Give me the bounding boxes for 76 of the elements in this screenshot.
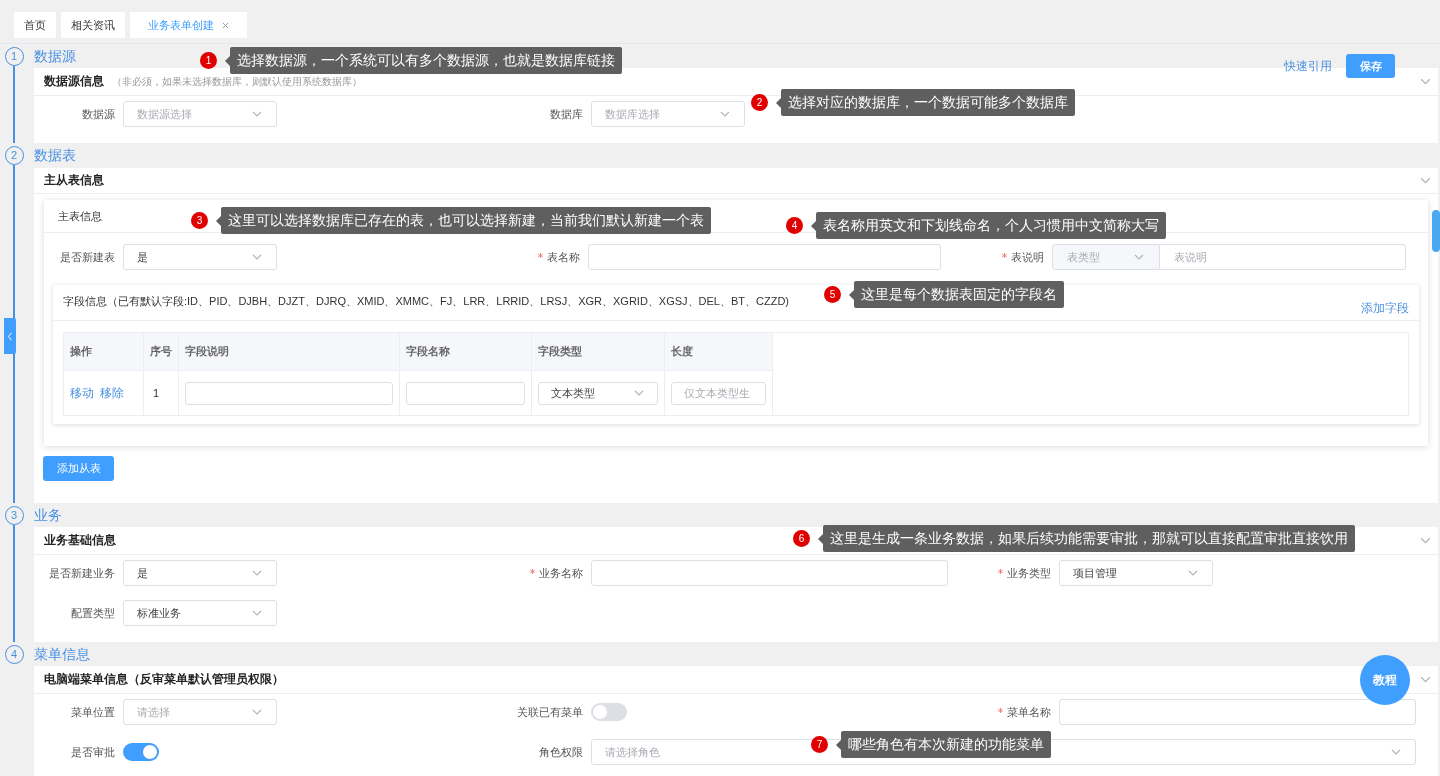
section-title: 业务 xyxy=(34,505,62,525)
select-field[interactable]: 是 xyxy=(123,560,277,586)
field-label: 角色权限 xyxy=(539,744,583,760)
select-field[interactable]: 文本类型 xyxy=(538,381,658,405)
row-action-link[interactable]: 移除 xyxy=(100,384,124,402)
column-header: 字段说明 xyxy=(179,333,400,370)
input-field[interactable] xyxy=(591,560,948,586)
table-cell: 1 xyxy=(144,371,179,415)
field-label: 关联已有菜单 xyxy=(517,704,583,720)
add-field-link[interactable]: 添加字段 xyxy=(1361,299,1409,317)
add-button[interactable]: 添加从表 xyxy=(43,456,114,481)
panel-title: 业务基础信息 xyxy=(44,532,116,548)
section-title: 菜单信息 xyxy=(34,644,90,664)
row-action-link[interactable]: 移动 xyxy=(70,384,94,402)
select-field[interactable]: 是 xyxy=(123,244,277,270)
callout: 哪些角色有本次新建的功能菜单 xyxy=(841,731,1051,758)
column-header: 字段类型 xyxy=(532,333,665,370)
panel-title: 数据源信息 xyxy=(44,73,104,89)
field-label: 菜单位置 xyxy=(71,704,115,720)
chevron-left-icon xyxy=(7,331,13,341)
callout: 这里可以选择数据库已存在的表，也可以选择新建，当前我们默认新建一个表 xyxy=(221,207,711,234)
quick-reference-link[interactable]: 快速引用 xyxy=(1284,57,1332,75)
callout: 选择数据源，一个系统可以有多个数据源，也就是数据库链接 xyxy=(230,47,622,74)
select-field[interactable]: 标准业务 xyxy=(123,600,277,626)
field-label: 业务名称 xyxy=(539,565,583,581)
step-number: 3 xyxy=(4,506,24,525)
field-label: 表说明 xyxy=(1011,249,1045,265)
input-field[interactable]: 仅文本类型生 xyxy=(671,381,766,405)
tab[interactable]: 业务表单创建 xyxy=(130,12,247,38)
section-title: 数据表 xyxy=(34,146,76,165)
collapse-handle[interactable] xyxy=(4,318,16,354)
field-label: 数据库 xyxy=(550,106,583,122)
callout: 这里是生成一条业务数据，如果后续功能需要审批，那就可以直接配置审批直接饮用 xyxy=(823,525,1355,552)
section-title: 数据源 xyxy=(34,46,76,66)
help-button[interactable]: 教程 xyxy=(1360,655,1410,705)
select-field[interactable]: 请选择 xyxy=(123,699,277,725)
column-header: 操作 xyxy=(64,333,144,370)
column-header: 序号 xyxy=(144,333,179,370)
step-number: 1 xyxy=(4,47,24,66)
step-number: 2 xyxy=(4,146,24,165)
panel-title: 主从表信息 xyxy=(44,172,104,188)
column-header: 长度 xyxy=(670,343,694,359)
card-title: 主表信息 xyxy=(58,208,102,224)
scrollbar-thumb[interactable] xyxy=(1432,210,1440,252)
tab[interactable]: 首页 xyxy=(14,12,56,38)
callout: 这里是每个数据表固定的字段名 xyxy=(854,281,1064,308)
toggle-switch[interactable] xyxy=(123,743,159,761)
number-badge: 1 xyxy=(200,52,217,69)
select-field[interactable]: 项目管理 xyxy=(1059,560,1213,586)
input-field[interactable] xyxy=(406,381,525,405)
input-field[interactable] xyxy=(587,244,942,270)
column-header: 字段名称 xyxy=(400,333,532,370)
input-field[interactable] xyxy=(1059,699,1416,725)
select-field[interactable]: 数据源选择 xyxy=(123,101,277,127)
field-label: 是否新建表 xyxy=(60,249,115,265)
callout: 表名称用英文和下划线命名，个人习惯用中文简称大写 xyxy=(816,212,1166,239)
panel-title: 电脑端菜单信息（反审菜单默认管理员权限） xyxy=(44,671,284,688)
tab[interactable]: 相关资讯 xyxy=(61,12,125,38)
save-button[interactable]: 保存 xyxy=(1346,54,1395,78)
select-field[interactable]: 数据库选择 xyxy=(591,101,745,127)
toggle-switch[interactable] xyxy=(591,703,627,721)
card-title: 字段信息（已有默认字段:ID、PID、DJBH、DJZT、DJRQ、XMID、XMMC、FJ、LRR、LRRID、LRSJ、XGR、XGRID、XGSJ、DEL、BT、CZZD) xyxy=(63,293,790,309)
panel-note: （非必须，如果未选择数据库，则默认使用系统数据库） xyxy=(112,74,362,89)
field-label: 表名称 xyxy=(546,249,580,265)
select-field[interactable]: 表类型 xyxy=(1052,244,1161,270)
input-field[interactable] xyxy=(185,381,393,405)
field-label: 配置类型 xyxy=(71,605,115,621)
field-label: 数据源 xyxy=(82,106,115,122)
field-label: 菜单名称 xyxy=(1007,704,1051,720)
callout: 选择对应的数据库，一个数据可能多个数据库 xyxy=(781,89,1075,116)
step-number: 4 xyxy=(4,645,24,664)
field-label: 是否审批 xyxy=(71,744,115,760)
close-icon[interactable] xyxy=(222,21,229,29)
field-label: 是否新建业务 xyxy=(49,565,115,581)
input-field[interactable]: 表说明 xyxy=(1160,244,1406,270)
field-label: 业务类型 xyxy=(1007,565,1051,581)
